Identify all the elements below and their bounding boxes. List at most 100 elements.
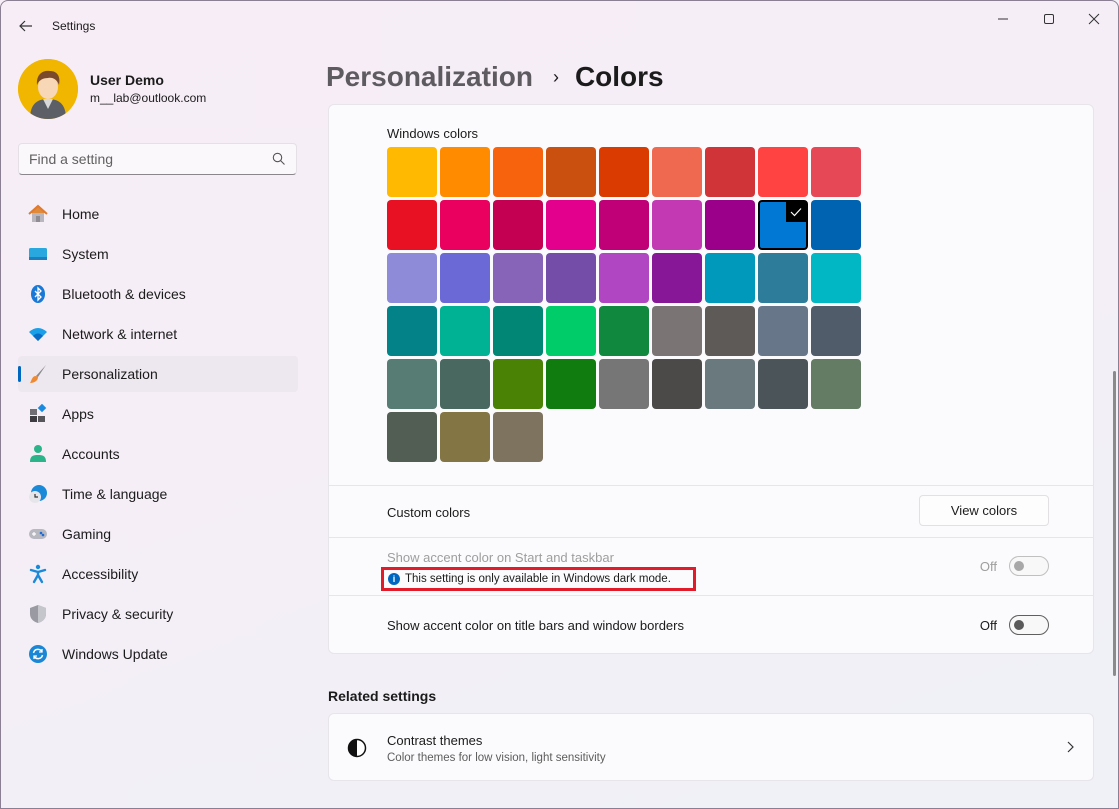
color-swatch[interactable]	[705, 147, 755, 197]
shield-icon	[28, 604, 48, 624]
sidebar-item-gaming[interactable]: Gaming	[18, 516, 298, 552]
color-swatch[interactable]	[546, 147, 596, 197]
sidebar-item-windows-update[interactable]: Windows Update	[18, 636, 298, 672]
breadcrumb: Personalization › Colors	[326, 61, 664, 93]
color-swatch[interactable]	[811, 147, 861, 197]
color-swatch[interactable]	[705, 253, 755, 303]
color-swatch[interactable]	[811, 253, 861, 303]
minimize-button[interactable]	[983, 7, 1023, 31]
sidebar-item-label: Gaming	[62, 526, 112, 542]
color-swatch[interactable]	[546, 253, 596, 303]
color-swatch[interactable]	[758, 200, 808, 250]
app-title: Settings	[52, 19, 96, 33]
color-swatch[interactable]	[546, 359, 596, 409]
color-swatch[interactable]	[811, 359, 861, 409]
profile-name: User Demo	[90, 72, 164, 88]
sidebar-item-personalization[interactable]: Personalization	[18, 356, 298, 392]
color-swatch[interactable]	[387, 306, 437, 356]
apps-icon	[28, 404, 48, 424]
color-swatch[interactable]	[387, 253, 437, 303]
color-swatch[interactable]	[546, 306, 596, 356]
breadcrumb-separator-icon: ›	[552, 66, 559, 87]
color-swatch[interactable]	[493, 200, 543, 250]
accent-titlebar-toggle[interactable]	[1009, 615, 1049, 635]
color-swatch[interactable]	[493, 147, 543, 197]
toggle-knob	[1014, 620, 1024, 630]
color-swatch[interactable]	[652, 306, 702, 356]
color-swatch[interactable]	[811, 200, 861, 250]
accent-titlebar-label: Show accent color on title bars and wind…	[387, 618, 684, 633]
maximize-icon	[1044, 14, 1054, 24]
toggle-knob	[1014, 561, 1024, 571]
color-swatch[interactable]	[440, 200, 490, 250]
color-swatch[interactable]	[705, 306, 755, 356]
home-icon	[28, 204, 48, 224]
color-swatch[interactable]	[387, 200, 437, 250]
paintbrush-icon	[28, 364, 48, 384]
sidebar-item-label: System	[62, 246, 109, 262]
minimize-icon	[998, 18, 1008, 20]
color-swatch[interactable]	[811, 306, 861, 356]
color-swatch[interactable]	[493, 412, 543, 462]
color-swatch[interactable]	[493, 359, 543, 409]
sidebar-item-accessibility[interactable]: Accessibility	[18, 556, 298, 592]
color-swatch[interactable]	[758, 359, 808, 409]
sidebar-item-accounts[interactable]: Accounts	[18, 436, 298, 472]
color-swatch[interactable]	[546, 200, 596, 250]
color-swatch[interactable]	[652, 147, 702, 197]
scrollbar-thumb[interactable]	[1113, 371, 1116, 676]
color-swatch[interactable]	[705, 359, 755, 409]
color-swatch[interactable]	[440, 412, 490, 462]
color-swatch[interactable]	[440, 359, 490, 409]
color-swatch[interactable]	[599, 200, 649, 250]
color-swatch[interactable]	[493, 306, 543, 356]
color-swatch[interactable]	[758, 253, 808, 303]
sidebar-item-label: Home	[62, 206, 100, 222]
sidebar-item-bluetooth[interactable]: Bluetooth & devices	[18, 276, 298, 312]
breadcrumb-parent[interactable]: Personalization	[326, 61, 533, 93]
active-indicator	[18, 366, 21, 382]
update-icon	[28, 644, 48, 664]
user-profile[interactable]: User Demo m__lab@outlook.com	[18, 59, 206, 119]
sidebar-item-system[interactable]: System	[18, 236, 298, 272]
color-swatch[interactable]	[599, 147, 649, 197]
close-button[interactable]	[1074, 7, 1114, 31]
sidebar-item-home[interactable]: Home	[18, 196, 298, 232]
sidebar-item-label: Windows Update	[62, 646, 168, 662]
color-swatch[interactable]	[599, 306, 649, 356]
color-swatch[interactable]	[387, 359, 437, 409]
maximize-button[interactable]	[1029, 7, 1069, 31]
back-button[interactable]	[13, 13, 39, 39]
color-swatch[interactable]	[599, 359, 649, 409]
color-swatch[interactable]	[758, 147, 808, 197]
contrast-themes-link[interactable]: Contrast themes Color themes for low vis…	[328, 713, 1094, 781]
color-swatch[interactable]	[705, 200, 755, 250]
sidebar-item-privacy[interactable]: Privacy & security	[18, 596, 298, 632]
color-swatch[interactable]	[440, 306, 490, 356]
sidebar-item-label: Network & internet	[62, 326, 178, 342]
color-swatch[interactable]	[440, 147, 490, 197]
back-arrow-icon	[19, 20, 32, 32]
sidebar-item-apps[interactable]: Apps	[18, 396, 298, 432]
color-swatch[interactable]	[493, 253, 543, 303]
search-icon[interactable]	[272, 152, 286, 166]
color-swatch[interactable]	[652, 253, 702, 303]
sidebar-nav: Home System Bluetooth & devices Network …	[18, 196, 298, 676]
color-swatch[interactable]	[758, 306, 808, 356]
settings-window: Settings User Demo m__lab@outlook.com Fi…	[0, 0, 1119, 809]
contrast-icon	[347, 738, 367, 758]
accent-start-taskbar-row: Show accent color on Start and taskbar i…	[329, 537, 1093, 595]
color-swatch[interactable]	[387, 412, 437, 462]
color-swatch[interactable]	[652, 200, 702, 250]
color-swatch[interactable]	[599, 253, 649, 303]
sidebar-item-label: Time & language	[62, 486, 168, 502]
color-swatch[interactable]	[440, 253, 490, 303]
accent-start-taskbar-toggle[interactable]	[1009, 556, 1049, 576]
search-input[interactable]	[29, 151, 272, 167]
sidebar-item-network[interactable]: Network & internet	[18, 316, 298, 352]
sidebar-item-time-language[interactable]: Time & language	[18, 476, 298, 512]
chevron-right-icon	[1067, 741, 1074, 753]
color-swatch[interactable]	[652, 359, 702, 409]
view-colors-button[interactable]: View colors	[919, 495, 1049, 526]
color-swatch[interactable]	[387, 147, 437, 197]
